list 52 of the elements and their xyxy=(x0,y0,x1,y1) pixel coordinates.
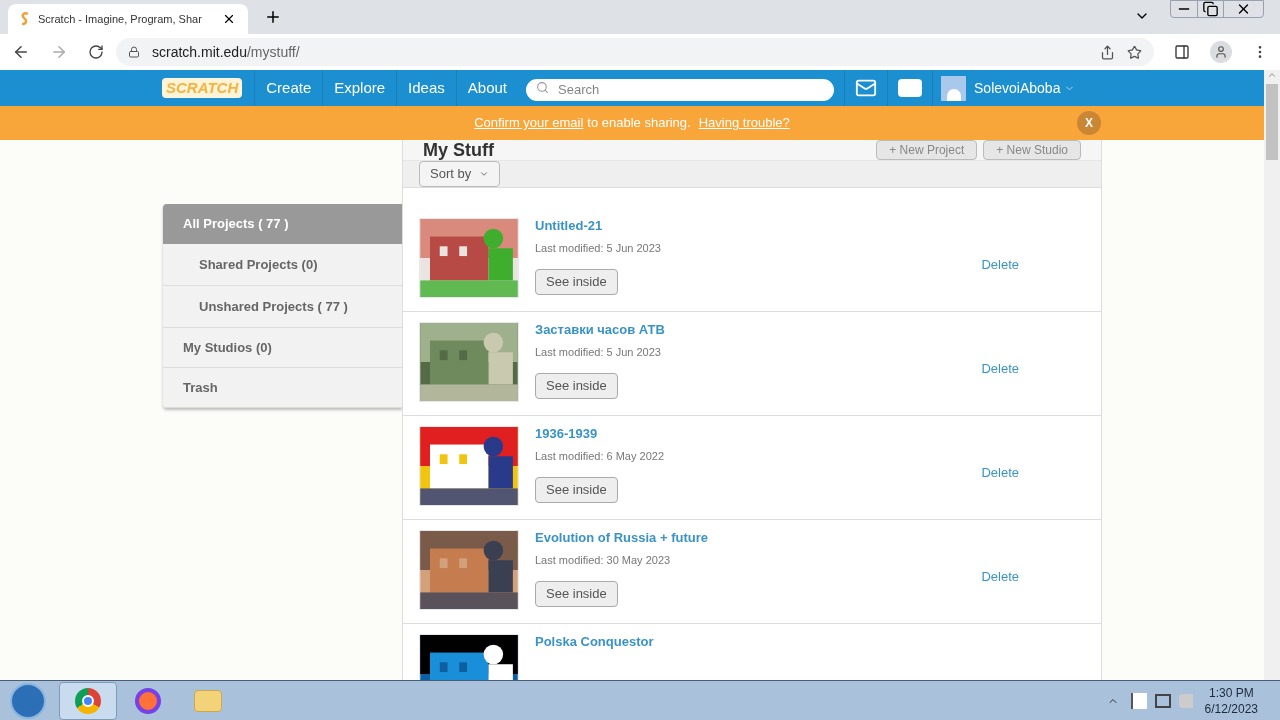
new-item-button[interactable]: + New Project xyxy=(876,140,978,160)
see-inside-button[interactable]: See inside xyxy=(535,580,618,607)
see-inside-button[interactable]: See inside xyxy=(535,372,618,399)
modified-date: Last modified: 6 May 2022 xyxy=(535,449,666,464)
new-tab-icon[interactable] xyxy=(264,8,282,26)
project-title-link[interactable]: Evolution of Russia + future xyxy=(535,530,982,546)
lock-icon xyxy=(128,46,140,58)
chrome-taskbar-icon[interactable] xyxy=(59,681,117,720)
caret-icon xyxy=(479,169,490,179)
project-title-link[interactable]: Untitled-21 xyxy=(535,218,982,234)
sidebar-item[interactable]: All Projects ( 77 ) xyxy=(163,204,402,244)
modified-date: Last modified: 5 Jun 2023 xyxy=(535,345,662,360)
tab-title: Scratch - Imagine, Program, Shar xyxy=(38,11,203,27)
delete-link[interactable]: Delete xyxy=(981,358,1019,379)
avatar[interactable] xyxy=(941,75,966,101)
profile-icon[interactable] xyxy=(1210,41,1232,63)
modified-date: Last modified: 30 May 2023 xyxy=(535,553,672,568)
scratch-favicon-icon xyxy=(20,12,30,26)
new-item-button[interactable]: + New Studio xyxy=(983,140,1081,160)
scroll-thumb[interactable] xyxy=(1266,84,1278,160)
share-icon[interactable] xyxy=(1100,44,1115,60)
sort-by-button[interactable]: Sort by xyxy=(419,161,501,187)
start-icon[interactable] xyxy=(10,682,46,719)
project-title-link[interactable]: Polska Conquestor xyxy=(535,634,1085,650)
scrollbar[interactable] xyxy=(1264,70,1280,680)
close-icon[interactable] xyxy=(222,12,236,26)
modified-date: Last modified: 5 Jun 2023 xyxy=(535,241,662,256)
delete-link[interactable]: Delete xyxy=(981,566,1019,587)
see-inside-button[interactable]: See inside xyxy=(535,268,618,295)
delete-link[interactable]: Delete xyxy=(981,254,1019,275)
url-text: scratch.mit.edu/mystuff/ xyxy=(152,42,301,62)
delete-link[interactable]: Delete xyxy=(981,462,1019,483)
network-icon[interactable] xyxy=(1154,693,1171,708)
search-icon xyxy=(536,81,549,94)
browser-tab[interactable]: Scratch - Imagine, Program, Shar xyxy=(8,4,248,34)
banner-text: to enable sharing. xyxy=(587,114,691,133)
clock-time[interactable]: 1:30 PM xyxy=(1208,684,1254,701)
address-field[interactable]: scratch.mit.edu/mystuff/ xyxy=(116,38,1154,66)
reload-icon[interactable] xyxy=(88,44,104,60)
page-title: My Stuff xyxy=(423,140,495,160)
see-inside-button[interactable]: See inside xyxy=(535,476,618,503)
side-panel-icon[interactable] xyxy=(1174,44,1190,60)
confirm-email-link[interactable]: Confirm your email xyxy=(474,113,584,133)
bookmark-star-icon[interactable] xyxy=(1127,44,1142,60)
project-title-link[interactable]: Заставки часов АТВ xyxy=(535,322,982,338)
search-field[interactable]: Search xyxy=(526,78,834,101)
back-icon[interactable] xyxy=(12,43,30,61)
close-banner-button[interactable]: X xyxy=(1077,111,1101,135)
project-title-link[interactable]: 1936-1939 xyxy=(535,426,982,442)
trouble-link[interactable]: Having trouble? xyxy=(698,113,790,133)
username-menu[interactable]: SolevoiAboba xyxy=(974,77,1061,99)
clock-date[interactable]: 6/12/2023 xyxy=(1204,700,1258,717)
